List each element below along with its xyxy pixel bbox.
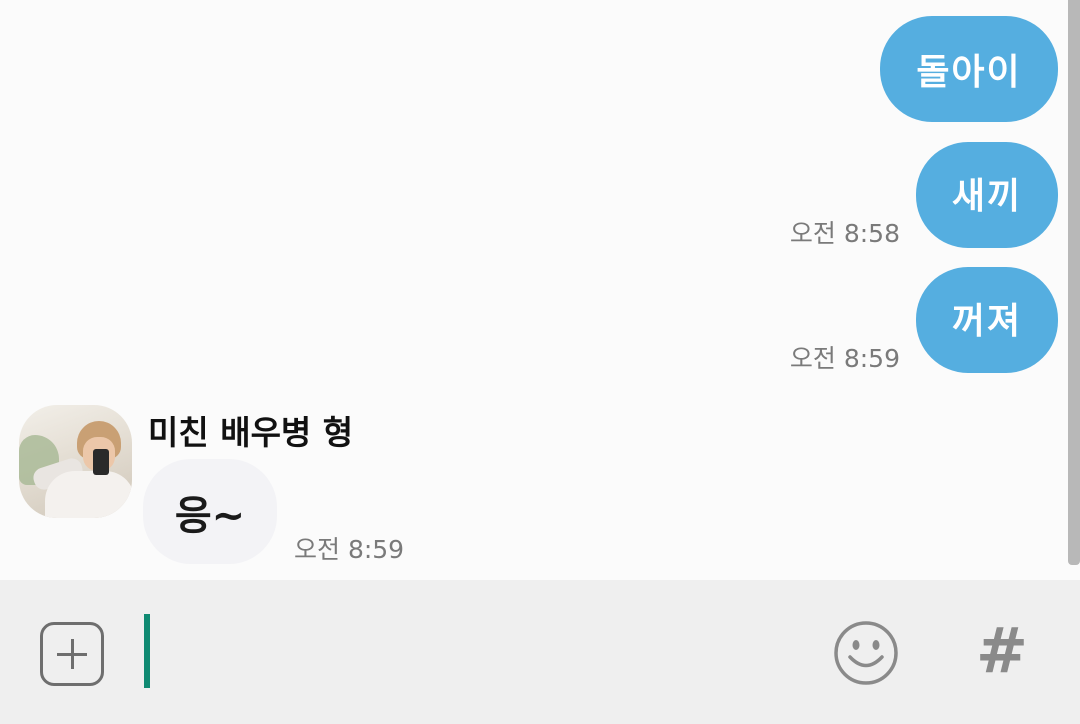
avatar-body: [45, 471, 132, 518]
message-input-bar: #: [0, 580, 1080, 724]
message-text: 응~: [174, 492, 246, 539]
sender-avatar[interactable]: [19, 405, 132, 518]
message-timestamp: 오전 8:59: [294, 535, 405, 564]
text-cursor: [144, 614, 150, 688]
outgoing-message-bubble[interactable]: 새끼: [916, 142, 1058, 248]
message-text: 새끼: [951, 176, 1023, 217]
sender-name: 미친 배우병 형: [148, 413, 354, 452]
add-attachment-button[interactable]: [40, 622, 104, 686]
chat-screen: 돌아이 새끼 오전 8:58 꺼져 오전 8:59 미친 배우병 형 응~ 오전…: [0, 0, 1080, 724]
message-text: 꺼져: [951, 301, 1023, 342]
avatar-phone: [93, 449, 109, 475]
outgoing-message-bubble[interactable]: 꺼져: [916, 267, 1058, 373]
scrollbar[interactable]: [1068, 0, 1080, 565]
message-input[interactable]: [140, 608, 800, 696]
hashtag-button[interactable]: #: [972, 616, 1032, 686]
smiley-icon: [834, 621, 898, 685]
incoming-message-bubble[interactable]: 응~: [143, 459, 277, 564]
outgoing-message-bubble[interactable]: 돌아이: [880, 16, 1058, 122]
message-text: 돌아이: [916, 52, 1022, 93]
message-timestamp: 오전 8:58: [789, 219, 900, 248]
emoji-button[interactable]: [833, 620, 899, 686]
message-list[interactable]: 돌아이 새끼 오전 8:58 꺼져 오전 8:59 미친 배우병 형 응~ 오전…: [0, 0, 1080, 580]
message-timestamp: 오전 8:59: [789, 344, 900, 373]
plus-icon-vertical: [70, 639, 74, 669]
